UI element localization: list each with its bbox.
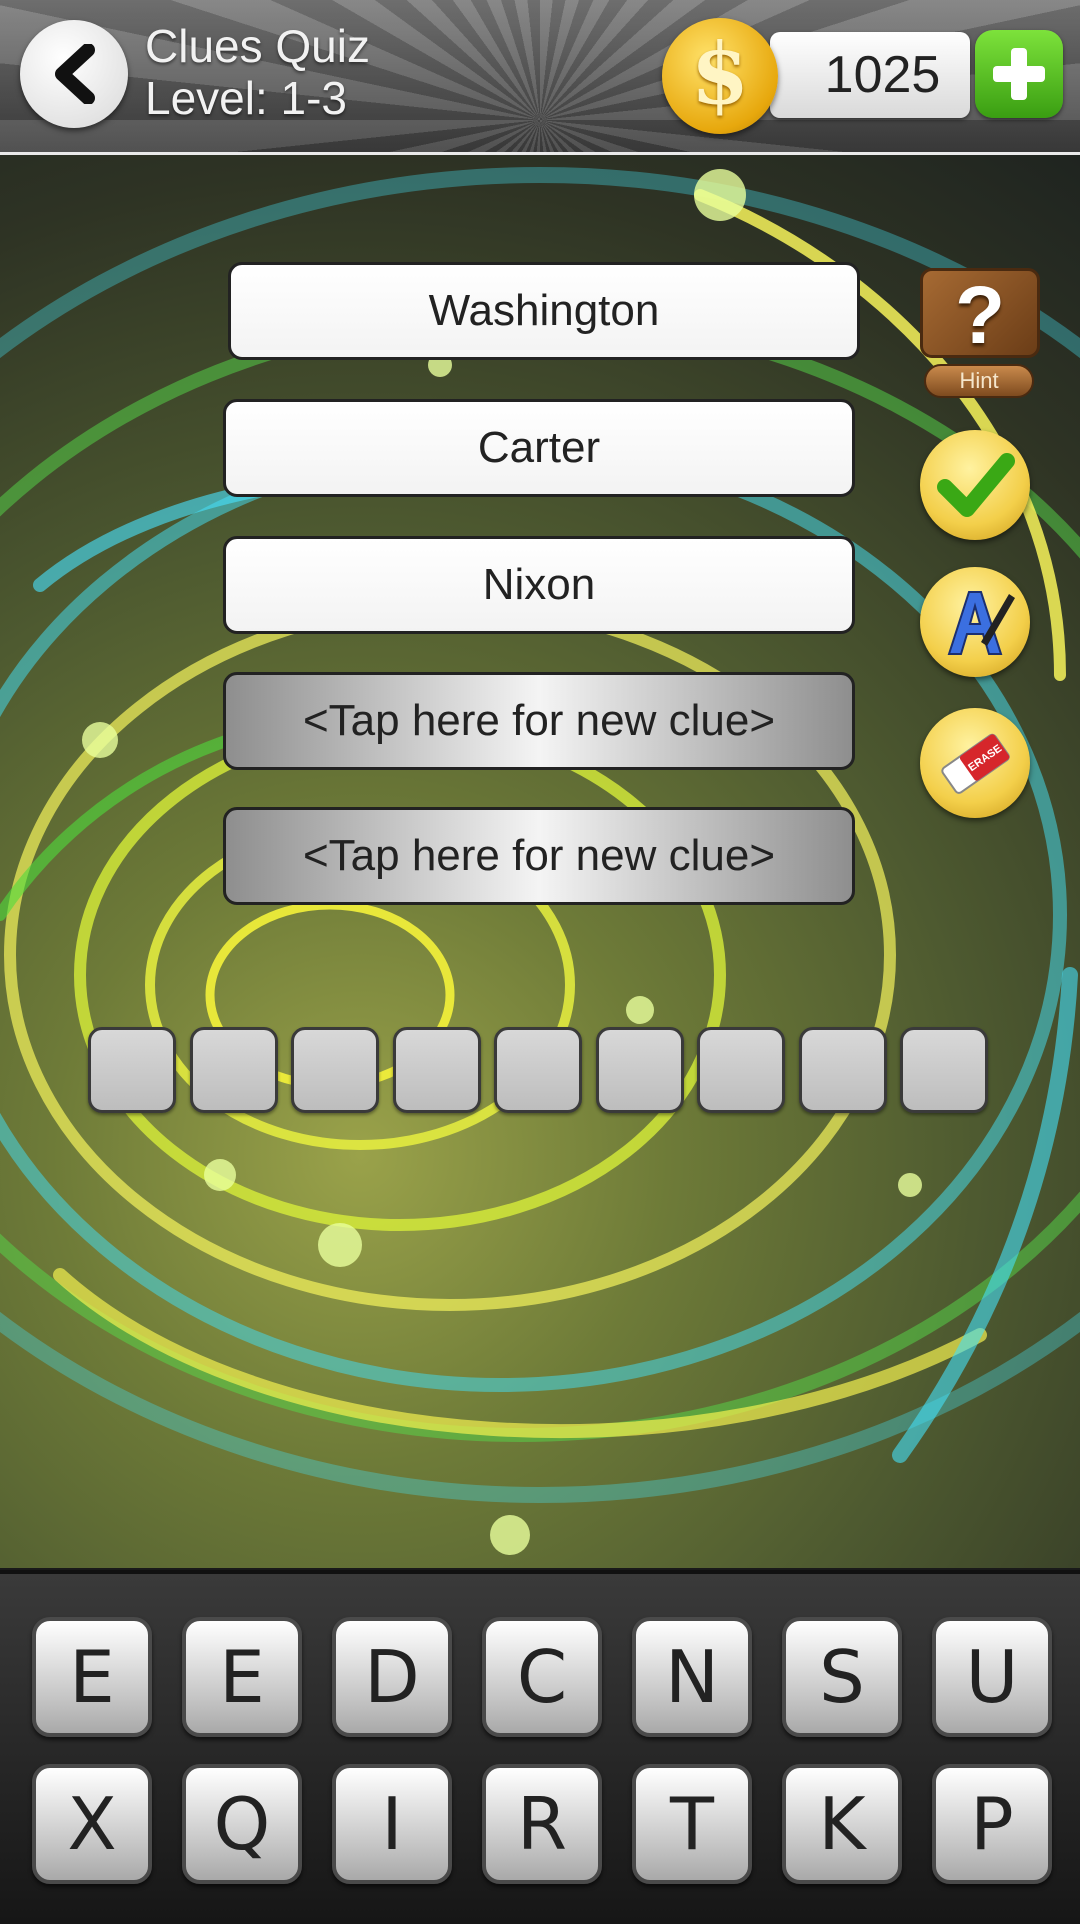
key-1-6[interactable]: S [782,1617,902,1737]
answer-slot-4[interactable] [393,1027,481,1113]
coin-icon: $ [662,18,778,134]
answer-slot-5[interactable] [494,1027,582,1113]
plus-icon [993,48,1045,100]
answer-slot-3[interactable] [291,1027,379,1113]
eraser-icon: ERASE [941,733,1010,794]
answer-slot-9[interactable] [900,1027,988,1113]
dollar-symbol: $ [690,24,750,123]
answer-slot-1[interactable] [88,1027,176,1113]
key-1-7[interactable]: U [932,1617,1052,1737]
clue-4[interactable]: <Tap here for new clue> [223,672,855,770]
key-2-5[interactable]: T [632,1764,752,1884]
add-coins-button[interactable] [975,30,1063,118]
game-title: Clues Quiz [145,20,370,72]
check-answer-button[interactable] [920,430,1030,540]
clue-1-text: Washington [428,286,660,335]
play-area: Washington Carter Nixon <Tap here for ne… [0,155,1080,1568]
hint-label: Hint [924,364,1034,398]
key-2-1[interactable]: X [32,1764,152,1884]
checkmark-icon [937,453,1015,517]
top-bar: Clues Quiz Level: 1-3 1025 $ [0,0,1080,155]
hint-symbol: ? [954,270,1006,361]
answer-slot-6[interactable] [596,1027,684,1113]
eraser-button[interactable]: ERASE [920,708,1030,818]
key-2-7[interactable]: P [932,1764,1052,1884]
key-2-4[interactable]: R [482,1764,602,1884]
clue-2-text: Carter [477,423,601,472]
coin-count: 1025 [824,46,941,104]
hint-button[interactable]: ? Hint [920,268,1040,413]
answer-slot-8[interactable] [799,1027,887,1113]
reveal-letter-button[interactable] [920,567,1030,677]
back-button[interactable] [20,20,128,128]
clue-5[interactable]: <Tap here for new clue> [223,807,855,905]
key-2-6[interactable]: K [782,1764,902,1884]
clue-4-text: <Tap here for new clue> [302,696,776,745]
answer-slot-2[interactable] [190,1027,278,1113]
clue-3[interactable]: Nixon [223,536,855,634]
letter-keyboard: E E D C N S U X Q I R T K P [0,1570,1080,1924]
key-2-2[interactable]: Q [182,1764,302,1884]
answer-slot-7[interactable] [697,1027,785,1113]
title-block: Clues Quiz Level: 1-3 [145,20,370,124]
chevron-left-icon [55,44,95,104]
clue-5-text: <Tap here for new clue> [302,831,776,880]
key-1-2[interactable]: E [182,1617,302,1737]
key-2-3[interactable]: I [332,1764,452,1884]
key-1-5[interactable]: N [632,1617,752,1737]
key-1-4[interactable]: C [482,1617,602,1737]
pen-letter-icon [947,591,1015,655]
level-indicator: Level: 1-3 [145,72,348,124]
key-1-3[interactable]: D [332,1617,452,1737]
clue-1[interactable]: Washington [228,262,860,360]
coin-balance: 1025 [770,32,970,118]
clue-3-text: Nixon [482,560,596,609]
question-mark-icon: ? [920,268,1040,361]
clue-2[interactable]: Carter [223,399,855,497]
key-1-1[interactable]: E [32,1617,152,1737]
